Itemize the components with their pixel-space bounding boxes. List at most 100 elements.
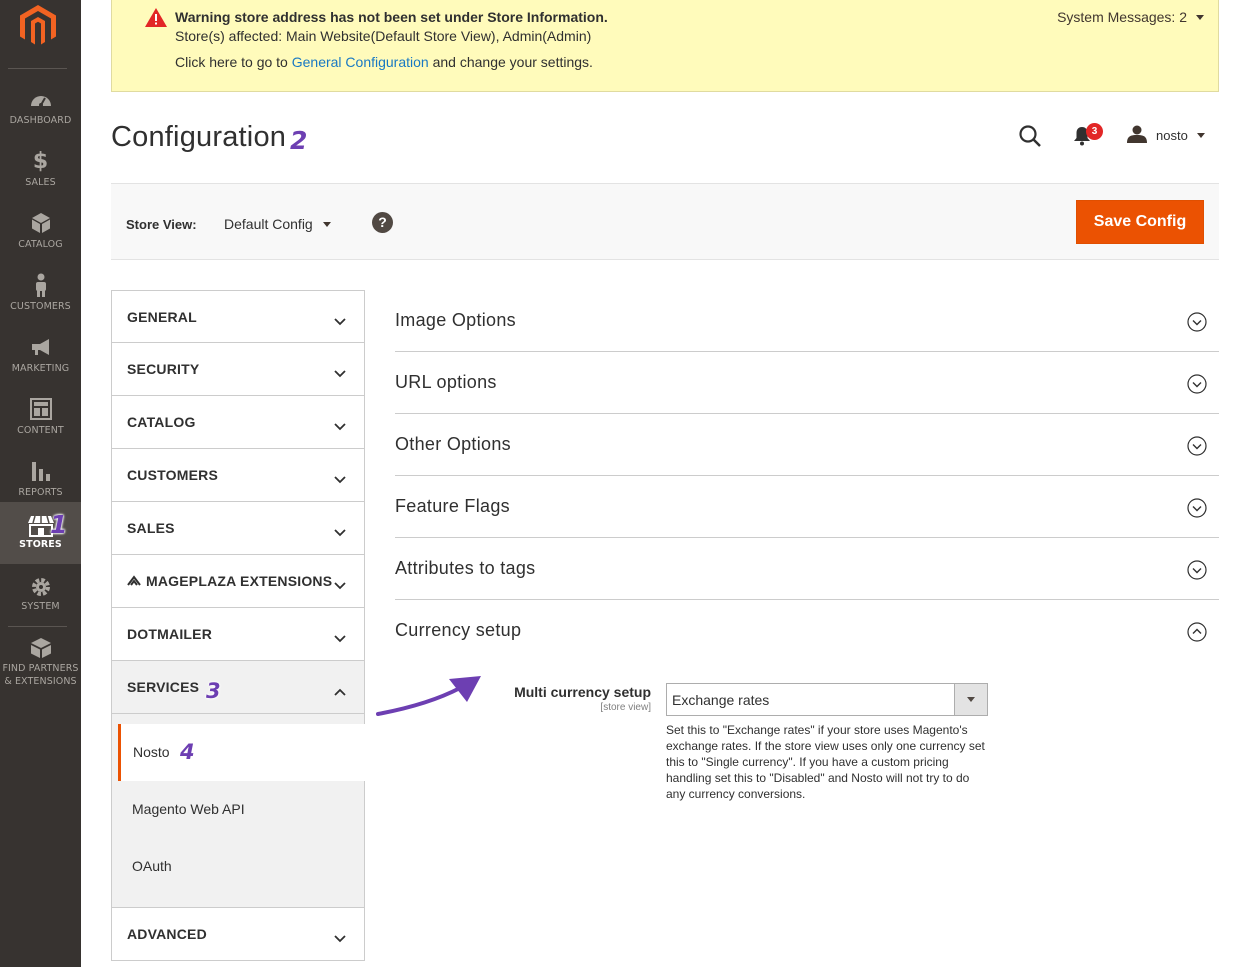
warning-icon bbox=[145, 8, 167, 31]
general-configuration-link[interactable]: General Configuration bbox=[292, 54, 429, 70]
chevron-down-icon bbox=[334, 416, 346, 435]
banner-instructions: Click here to go to General Configuratio… bbox=[175, 54, 593, 70]
user-account-menu[interactable]: nosto bbox=[1127, 125, 1205, 146]
section-other-options[interactable]: Other Options bbox=[395, 414, 1219, 476]
subtab-label: Magento Web API bbox=[132, 801, 245, 817]
subtab-nosto[interactable]: Nosto bbox=[118, 724, 365, 781]
field-scope-label: [store view] bbox=[600, 702, 651, 713]
multi-currency-setup-select[interactable]: Exchange rates bbox=[666, 683, 988, 716]
section-currency-setup[interactable]: Currency setup bbox=[395, 600, 1219, 662]
username: nosto bbox=[1156, 128, 1188, 143]
section-title: Image Options bbox=[395, 310, 516, 330]
magento-logo-icon[interactable] bbox=[20, 5, 56, 47]
sidebar-item-find-partners[interactable]: FIND PARTNERS & EXTENSIONS bbox=[0, 630, 81, 704]
sidebar-item-dashboard[interactable]: DASHBOARD bbox=[0, 78, 81, 140]
section-title: Currency setup bbox=[395, 620, 522, 640]
expand-circle-icon bbox=[1187, 436, 1207, 460]
subtab-label: OAuth bbox=[132, 858, 172, 874]
tab-label: SALES bbox=[127, 520, 175, 536]
section-image-options[interactable]: Image Options bbox=[395, 290, 1219, 352]
sidebar-item-stores[interactable]: STORES bbox=[0, 502, 81, 564]
step-annotation-3: 3 bbox=[206, 679, 221, 703]
banner-title: Warning store address has not been set u… bbox=[175, 9, 608, 25]
chevron-down-icon bbox=[334, 628, 346, 647]
search-icon[interactable] bbox=[1018, 124, 1042, 152]
sidebar-item-label: SYSTEM bbox=[21, 601, 60, 612]
sidebar-item-marketing[interactable]: MARKETING bbox=[0, 326, 81, 388]
section-title: Feature Flags bbox=[395, 496, 510, 516]
tab-sales[interactable]: SALES bbox=[111, 502, 365, 555]
tab-advanced[interactable]: ADVANCED bbox=[111, 908, 365, 961]
chevron-down-icon bbox=[334, 928, 346, 947]
sidebar-item-sales[interactable]: $ SALES bbox=[0, 140, 81, 202]
admin-sidebar: DASHBOARD $ SALES CATALOG CUSTOMERS MARK… bbox=[0, 0, 81, 967]
tab-label: DOTMAILER bbox=[127, 626, 213, 642]
section-title: Attributes to tags bbox=[395, 558, 536, 578]
tab-mageplaza-extensions[interactable]: MAGEPLAZA EXTENSIONS bbox=[111, 555, 365, 608]
services-subtabs: Nosto Magento Web API OAuth bbox=[111, 714, 365, 908]
chevron-down-icon bbox=[1196, 133, 1205, 138]
tab-services[interactable]: SERVICES bbox=[111, 661, 365, 714]
sidebar-divider bbox=[8, 68, 67, 69]
tab-general[interactable]: GENERAL bbox=[111, 290, 365, 343]
section-url-options[interactable]: URL options bbox=[395, 352, 1219, 414]
step-annotation-1: 1 bbox=[50, 510, 68, 539]
subtab-oauth[interactable]: OAuth bbox=[118, 838, 365, 895]
help-icon[interactable]: ? bbox=[372, 212, 393, 233]
section-title: Other Options bbox=[395, 434, 511, 454]
chevron-down-icon bbox=[1196, 14, 1204, 20]
sidebar-item-label: FIND PARTNERS & EXTENSIONS bbox=[0, 662, 86, 688]
store-view-switcher[interactable]: Default Config bbox=[224, 216, 331, 232]
system-messages-count: System Messages: 2 bbox=[1057, 9, 1187, 25]
select-value: Exchange rates bbox=[672, 692, 770, 708]
dashboard-icon bbox=[0, 87, 81, 111]
person-icon bbox=[0, 273, 81, 297]
chevron-down-icon bbox=[954, 684, 987, 715]
tab-customers[interactable]: CUSTOMERS bbox=[111, 449, 365, 502]
tab-security[interactable]: SECURITY bbox=[111, 343, 365, 396]
gear-icon bbox=[0, 575, 81, 599]
tab-label: SECURITY bbox=[127, 361, 200, 377]
sidebar-item-content[interactable]: CONTENT bbox=[0, 388, 81, 450]
sidebar-label-line: & EXTENSIONS bbox=[4, 676, 77, 687]
sidebar-item-customers[interactable]: CUSTOMERS bbox=[0, 264, 81, 326]
section-attributes-to-tags[interactable]: Attributes to tags bbox=[395, 538, 1219, 600]
sidebar-item-catalog[interactable]: CATALOG bbox=[0, 202, 81, 264]
tab-label: ADVANCED bbox=[127, 926, 207, 942]
tab-catalog[interactable]: CATALOG bbox=[111, 396, 365, 449]
chevron-down-icon bbox=[334, 522, 346, 541]
config-tabs: GENERAL SECURITY CATALOG CUSTOMERS SALES… bbox=[111, 290, 365, 961]
system-message-banner: Warning store address has not been set u… bbox=[111, 0, 1219, 92]
sidebar-label-line: FIND PARTNERS bbox=[2, 663, 79, 674]
expand-circle-icon bbox=[1187, 498, 1207, 522]
tab-dotmailer[interactable]: DOTMAILER bbox=[111, 608, 365, 661]
user-icon bbox=[1127, 125, 1147, 146]
chevron-down-icon bbox=[334, 469, 346, 488]
system-messages-toggle[interactable]: System Messages: 2 bbox=[1057, 9, 1204, 25]
dollar-icon: $ bbox=[32, 148, 49, 174]
field-help-note: Set this to "Exchange rates" if your sto… bbox=[666, 723, 985, 801]
sidebar-item-label: REPORTS bbox=[18, 487, 63, 498]
sidebar-item-label: SALES bbox=[25, 177, 56, 188]
sidebar-item-label: STORES bbox=[19, 539, 62, 550]
chevron-down-icon bbox=[334, 575, 346, 594]
pointer-arrow-icon bbox=[376, 676, 481, 716]
sidebar-item-label: DASHBOARD bbox=[9, 115, 72, 126]
sidebar-item-label: CONTENT bbox=[17, 425, 64, 436]
tab-label: CATALOG bbox=[127, 414, 196, 430]
chevron-down-icon bbox=[334, 311, 346, 330]
banner-affected-stores: Store(s) affected: Main Website(Default … bbox=[175, 28, 592, 44]
store-view-selected: Default Config bbox=[224, 216, 313, 232]
save-config-button[interactable]: Save Config bbox=[1076, 200, 1204, 244]
sidebar-divider bbox=[8, 626, 67, 627]
store-view-label: Store View: bbox=[126, 217, 197, 232]
expand-circle-icon bbox=[1187, 560, 1207, 584]
multi-currency-setup-label: Multi currency setup bbox=[514, 684, 651, 700]
bar-chart-icon bbox=[0, 459, 81, 483]
page-title: Configuration bbox=[111, 121, 287, 153]
store-icon bbox=[0, 514, 81, 538]
section-feature-flags[interactable]: Feature Flags bbox=[395, 476, 1219, 538]
sidebar-item-label: CUSTOMERS bbox=[10, 301, 71, 312]
subtab-magento-web-api[interactable]: Magento Web API bbox=[118, 781, 365, 838]
chevron-up-icon bbox=[334, 681, 346, 700]
